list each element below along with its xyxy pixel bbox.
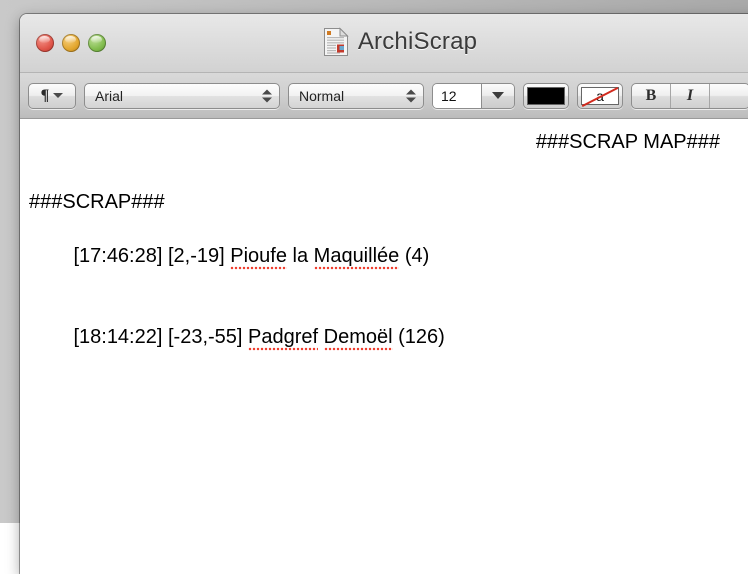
font-family-value: Arial	[95, 87, 124, 104]
stepper-arrows-icon[interactable]	[262, 89, 272, 102]
paragraph-style-value: Normal	[299, 87, 345, 104]
entry-coords: [-23,-55]	[167, 326, 243, 348]
font-size-dropdown-button[interactable]	[481, 83, 514, 108]
entry-name-misspelled: Demoël	[323, 326, 393, 351]
background-color-button[interactable]: a	[577, 82, 623, 109]
document-icon	[323, 27, 349, 56]
entry-name-mid	[318, 326, 324, 348]
title-container: ArchiScrap	[20, 27, 748, 57]
paragraph-style-select[interactable]: Normal	[288, 82, 424, 109]
font-family-select[interactable]: Arial	[84, 82, 280, 109]
document-text-area[interactable]: ###SCRAP MAP### ###SCRAP### [17:46:28] […	[20, 119, 748, 574]
entry-name-misspelled: Maquillée	[313, 245, 400, 270]
stepper-down-icon[interactable]	[262, 97, 272, 102]
maximize-button[interactable]	[88, 34, 106, 52]
log-entry-row: [18:14:22] [-23,-55] Padgref Demoël (126…	[29, 297, 748, 378]
chevron-down-icon	[53, 93, 64, 98]
close-button[interactable]	[36, 34, 54, 52]
paragraph-style-button[interactable]: ¶	[28, 82, 76, 109]
pilcrow-icon: ¶	[40, 86, 50, 104]
window-titlebar[interactable]: ArchiScrap	[20, 14, 748, 73]
stepper-up-icon[interactable]	[262, 89, 272, 94]
archiscrap-window: ArchiScrap ¶ Arial Normal 12 B I ###SCRA…	[20, 14, 748, 574]
formatting-toolbar: ¶ Arial Normal 12 B I	[20, 73, 748, 119]
scrap-header: ###SCRAP###	[29, 191, 165, 213]
entry-count: (4)	[399, 245, 430, 267]
stepper-up-icon[interactable]	[406, 89, 416, 94]
log-entry-row: [17:46:28] [2,-19] Pioufe la Maquillée (…	[29, 216, 748, 297]
chevron-down-icon	[492, 92, 504, 99]
bold-button[interactable]: B	[632, 83, 671, 108]
entry-timestamp: [17:46:28]	[73, 245, 163, 267]
underline-button[interactable]	[710, 84, 748, 108]
italic-button[interactable]: I	[671, 83, 710, 108]
entry-name-mid: la	[286, 245, 314, 267]
stepper-arrows-icon[interactable]	[406, 89, 416, 102]
font-size-control[interactable]: 12	[432, 82, 515, 109]
text-color-swatch-icon	[527, 86, 565, 105]
scrap-log-block: ###SCRAP### [17:46:28] [2,-19] Pioufe la…	[24, 189, 748, 378]
traffic-light-group	[36, 34, 106, 52]
entry-name-misspelled: Padgref	[248, 326, 319, 351]
entry-name-misspelled: Pioufe	[230, 245, 287, 270]
entry-timestamp: [18:14:22]	[73, 326, 163, 348]
window-title: ArchiScrap	[357, 28, 478, 55]
minimize-button[interactable]	[62, 34, 80, 52]
scrap-map-header: ###SCRAP MAP###	[535, 131, 720, 153]
bold-italic-group: B I	[631, 82, 748, 109]
no-background-color-icon: a	[581, 86, 619, 107]
entry-coords: [2,-19]	[167, 245, 225, 267]
font-size-input[interactable]: 12	[433, 83, 481, 108]
entry-count: (126)	[392, 326, 445, 348]
stepper-down-icon[interactable]	[406, 97, 416, 102]
text-color-button[interactable]	[523, 82, 569, 109]
